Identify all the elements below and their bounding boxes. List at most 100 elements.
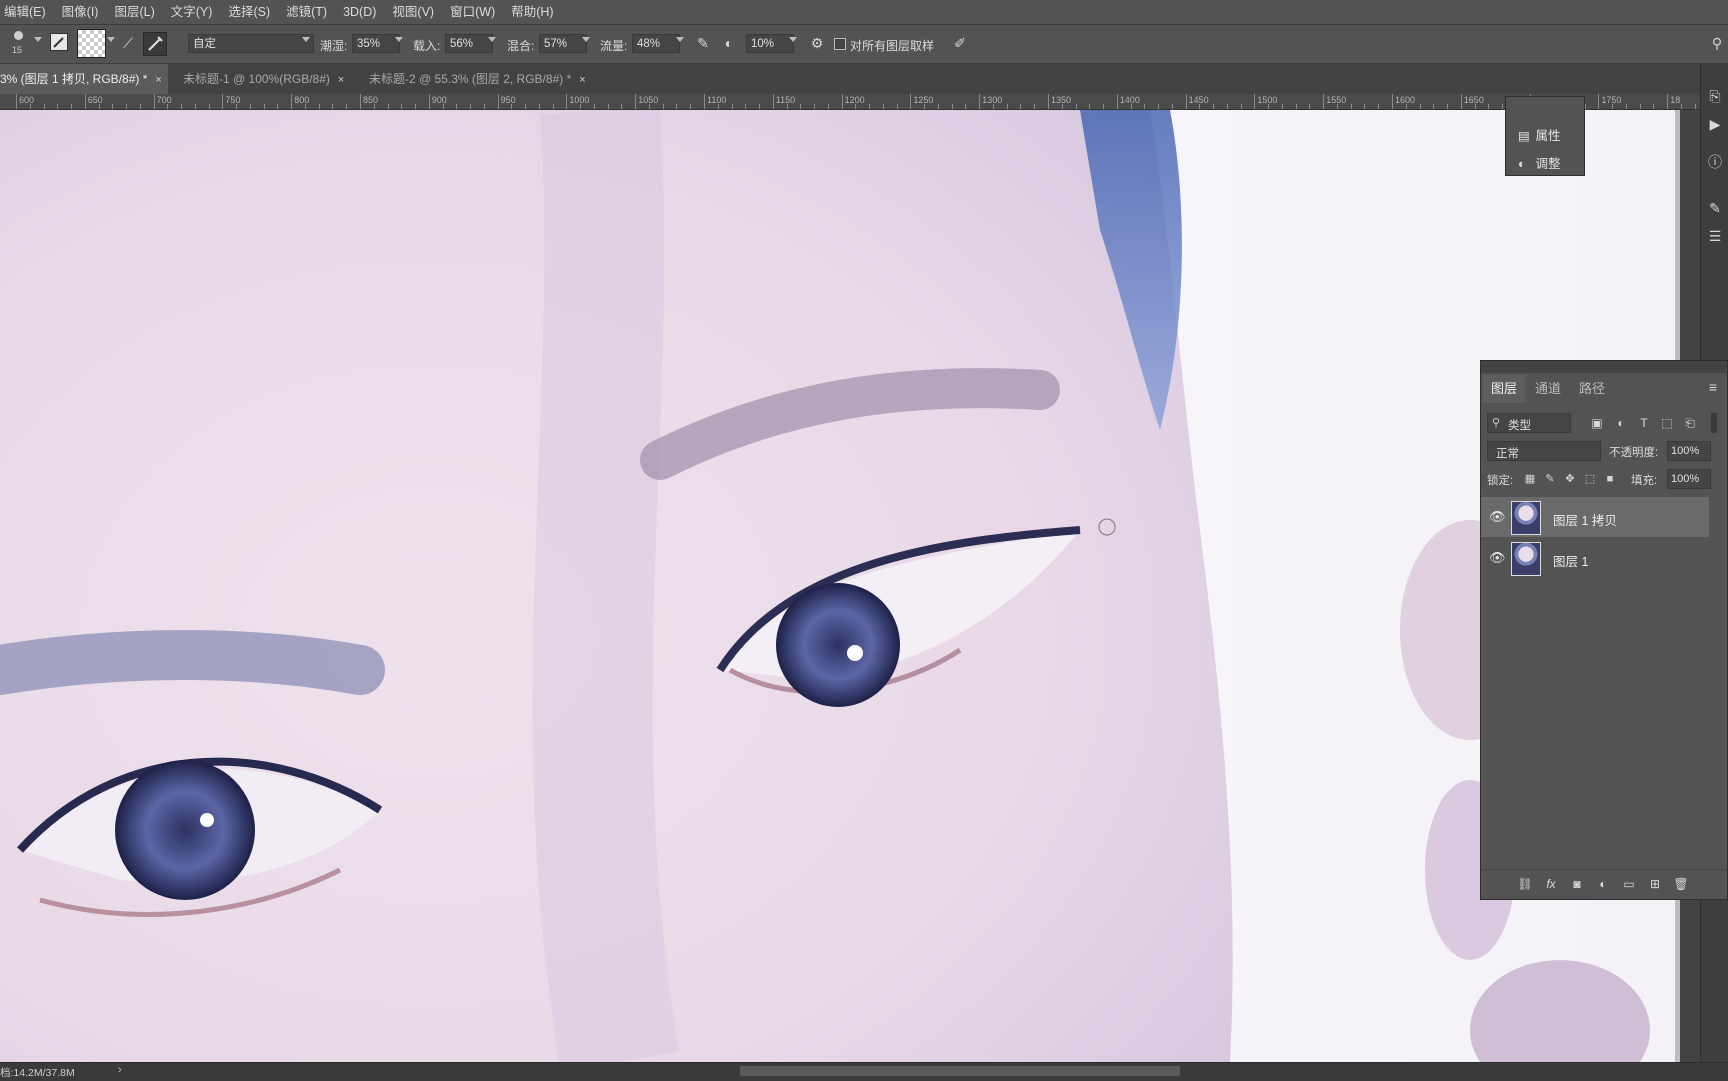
ruler-minor-tick xyxy=(1336,104,1338,109)
info-icon[interactable]: ⓘ xyxy=(1707,154,1723,170)
blend-mode-select[interactable]: 正常 xyxy=(1487,441,1601,461)
tab-document-3[interactable]: 未标题-2 @ 55.3% (图层 2, RGB/8#) * × xyxy=(369,64,586,94)
lock-pixels-icon[interactable]: ✎ xyxy=(1543,471,1557,487)
play-icon[interactable]: ▶ xyxy=(1707,116,1723,132)
load-brush-icon[interactable]: ⟋ xyxy=(119,35,137,51)
panel-menu-icon[interactable]: ≡ xyxy=(1705,379,1721,395)
layer-filter-select[interactable]: ⚲ 类型 xyxy=(1487,413,1571,433)
menu-item-9[interactable]: 帮助(H) xyxy=(503,0,561,24)
mix-chevron-icon[interactable] xyxy=(582,37,590,42)
mix-preset-select[interactable]: 自定 xyxy=(188,34,314,53)
menu-item-4[interactable]: 选择(S) xyxy=(220,0,278,24)
image-filter-icon[interactable]: ▣ xyxy=(1589,415,1605,431)
flow-field[interactable]: 48% xyxy=(632,34,680,53)
search-icon[interactable]: ⚲ xyxy=(1708,35,1726,51)
ruler-minor-tick xyxy=(1625,104,1627,109)
flow-chevron-icon[interactable] xyxy=(676,37,684,42)
menu-item-8[interactable]: 窗口(W) xyxy=(442,0,503,24)
airbrush-icon[interactable]: ✎ xyxy=(694,35,712,51)
brush-icon[interactable]: ✎ xyxy=(1707,200,1723,216)
menu-item-5[interactable]: 滤镜(T) xyxy=(278,0,335,24)
tab-paths[interactable]: 路径 xyxy=(1579,375,1605,403)
ruler-label: 750 xyxy=(225,95,241,105)
ruler-minor-tick xyxy=(690,104,692,109)
smoothing-chevron-icon[interactable] xyxy=(789,37,797,42)
ruler-minor-tick xyxy=(1612,104,1614,109)
layer-row[interactable]: 👁 图层 1 xyxy=(1481,538,1709,578)
lock-artboard-icon[interactable]: ⬚ xyxy=(1583,471,1597,487)
horizontal-scrollbar-thumb[interactable] xyxy=(740,1066,1180,1076)
menu-item-2[interactable]: 图层(L) xyxy=(106,0,162,24)
add-mask-icon[interactable]: ◙ xyxy=(1569,876,1585,892)
visibility-eye-icon[interactable]: 👁 xyxy=(1489,509,1506,525)
wetness-label: 潮湿: xyxy=(320,39,348,53)
opacity-field[interactable]: 100% xyxy=(1667,441,1711,461)
smart-object-filter-icon[interactable]: ⎗ xyxy=(1682,415,1698,431)
close-icon[interactable]: × xyxy=(338,74,344,86)
current-brush-swatch[interactable] xyxy=(77,29,106,58)
panel-titlebar[interactable] xyxy=(1481,361,1727,373)
filter-toggle[interactable] xyxy=(1711,413,1717,433)
adjustments-panel-button[interactable]: ◐ 调整 xyxy=(1518,153,1561,172)
gear-icon[interactable]: ⚙ xyxy=(808,35,826,51)
load-field[interactable]: 56% xyxy=(445,34,493,53)
ruler-minor-tick xyxy=(1350,104,1352,109)
menu-item-6[interactable]: 3D(D) xyxy=(335,0,384,24)
ruler-minor-tick xyxy=(318,104,320,109)
menu-item-0[interactable]: 编辑(E) xyxy=(0,0,54,24)
menu-item-1[interactable]: 图像(I) xyxy=(54,0,107,24)
ruler-minor-tick xyxy=(731,104,733,109)
new-adjustment-icon[interactable]: ◐ xyxy=(1595,876,1611,892)
tab-channels[interactable]: 通道 xyxy=(1535,375,1561,403)
tab-layers[interactable]: 图层 xyxy=(1483,375,1526,403)
mix-field[interactable]: 57% xyxy=(539,34,587,53)
shape-filter-icon[interactable]: ⬚ xyxy=(1659,415,1675,431)
ruler-tick xyxy=(291,94,293,109)
link-layers-icon[interactable]: ⛓ xyxy=(1517,876,1533,892)
trash-icon[interactable]: 🗑 xyxy=(1673,876,1689,892)
layer-style-icon[interactable]: fx xyxy=(1543,876,1559,892)
clean-brush-icon[interactable] xyxy=(143,32,167,56)
ruler-tick xyxy=(360,94,361,109)
canvas[interactable] xyxy=(0,110,1680,1062)
ruler-minor-tick xyxy=(387,104,389,109)
new-group-icon[interactable]: ▭ xyxy=(1621,876,1637,892)
options-bar: 15 ⟋ 自定 潮湿: 35% 载入: 56% 混合: 57% 流量: 48% … xyxy=(0,25,1728,64)
sliders-icon[interactable]: ☰ xyxy=(1707,228,1723,244)
ruler-minor-tick xyxy=(139,104,141,109)
type-filter-icon[interactable]: T xyxy=(1636,415,1652,431)
ruler-minor-tick xyxy=(1295,104,1297,109)
menu-item-7[interactable]: 视图(V) xyxy=(384,0,442,24)
adjustment-filter-icon[interactable]: ◐ xyxy=(1613,415,1629,431)
status-arrow-icon[interactable]: › xyxy=(118,1064,122,1076)
swatch-dropdown-chevron-icon[interactable] xyxy=(107,37,115,42)
tab-document-2[interactable]: 未标题-1 @ 100%(RGB/8#) × xyxy=(183,64,344,94)
smoothing-field[interactable]: 10% xyxy=(746,34,794,53)
preset-chevron-icon[interactable] xyxy=(302,37,310,42)
pressure-icon[interactable]: ✐ xyxy=(951,35,969,51)
brush-settings-icon[interactable] xyxy=(50,33,68,51)
wetness-chevron-icon[interactable] xyxy=(395,37,403,42)
menu-item-3[interactable]: 文字(Y) xyxy=(163,0,221,24)
fill-field[interactable]: 100% xyxy=(1667,469,1711,489)
wetness-field[interactable]: 35% xyxy=(352,34,400,53)
visibility-eye-icon[interactable]: 👁 xyxy=(1489,550,1506,566)
layer-row[interactable]: 👁 图层 1 拷贝 xyxy=(1481,497,1709,537)
sample-all-checkbox[interactable] xyxy=(834,38,846,50)
ruler-minor-tick xyxy=(1171,104,1173,109)
tab-document-1[interactable]: 3% (图层 1 拷贝, RGB/8#) * × xyxy=(0,64,168,94)
brush-picker-chevron-icon[interactable] xyxy=(34,37,42,42)
properties-panel-button[interactable]: ▤ 属性 xyxy=(1518,125,1561,144)
lock-all-icon[interactable]: ■ xyxy=(1603,471,1617,487)
ruler-tick xyxy=(1185,94,1187,109)
history-icon[interactable]: ⎘ xyxy=(1707,88,1723,104)
load-chevron-icon[interactable] xyxy=(488,37,496,42)
new-layer-icon[interactable]: ⊞ xyxy=(1647,876,1663,892)
ruler-label: 950 xyxy=(500,95,516,105)
lock-transparent-icon[interactable]: ▦ xyxy=(1523,471,1537,487)
lock-position-icon[interactable]: ✥ xyxy=(1563,471,1577,487)
ruler-tick xyxy=(841,94,843,109)
close-icon[interactable]: × xyxy=(579,74,585,86)
brush-preset-picker[interactable]: 15 xyxy=(8,29,30,59)
close-icon[interactable]: × xyxy=(155,74,161,86)
